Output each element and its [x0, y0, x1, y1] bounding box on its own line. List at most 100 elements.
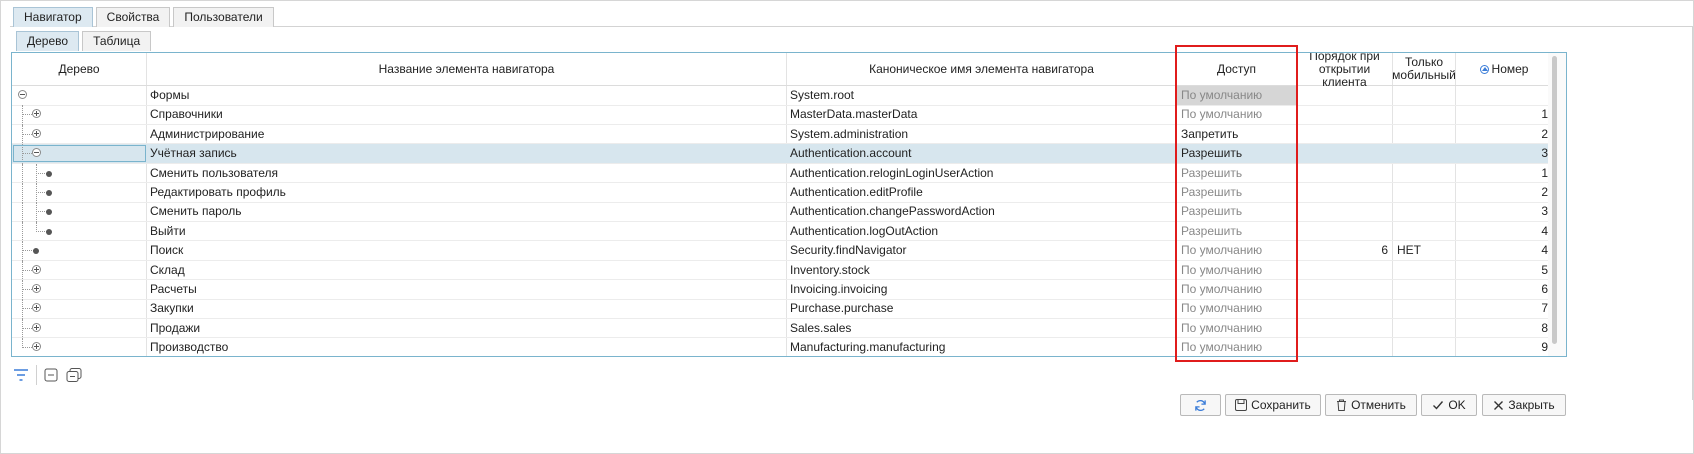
- cell-name[interactable]: Сменить пароль: [150, 202, 784, 221]
- header-tree[interactable]: Дерево: [12, 53, 146, 85]
- scrollbar-thumb[interactable]: [1552, 56, 1557, 344]
- cell-order[interactable]: [1297, 183, 1390, 202]
- cell-canonical[interactable]: Authentication.changePasswordAction: [790, 202, 1174, 221]
- table-row[interactable]: Справочники MasterData.masterData По умолч…: [12, 105, 1552, 126]
- cell-number[interactable]: [1456, 86, 1550, 105]
- cell-mobile-only[interactable]: НЕТ: [1397, 241, 1455, 260]
- cell-canonical[interactable]: Authentication.logOutAction: [790, 222, 1174, 241]
- cell-name[interactable]: Редактировать профиль: [150, 183, 784, 202]
- header-order[interactable]: Порядок при открытии клиента: [1297, 53, 1392, 88]
- table-row[interactable]: Учётная запись Authentication.account Разр…: [12, 144, 1552, 165]
- cell-mobile-only[interactable]: [1397, 105, 1455, 124]
- filter-icon[interactable]: [12, 366, 30, 384]
- expand-node-icon[interactable]: [32, 264, 41, 274]
- cell-canonical[interactable]: Purchase.purchase: [790, 299, 1174, 318]
- expand-node-icon[interactable]: [32, 342, 41, 352]
- table-row[interactable]: Формы System.root По умолчанию: [12, 86, 1552, 106]
- cell-mobile-only[interactable]: [1397, 338, 1455, 356]
- tab-properties[interactable]: Свойства: [95, 7, 171, 27]
- cell-number[interactable]: 4: [1456, 222, 1550, 241]
- cell-canonical[interactable]: Inventory.stock: [790, 261, 1174, 280]
- cell-order[interactable]: [1297, 164, 1390, 183]
- cell-mobile-only[interactable]: [1397, 86, 1455, 105]
- table-row[interactable]: Продажи Sales.sales По умолчанию 8: [12, 318, 1552, 339]
- expand-node-icon[interactable]: [32, 303, 41, 313]
- cell-canonical[interactable]: Security.findNavigator: [790, 241, 1174, 260]
- table-row[interactable]: Склад Inventory.stock По умолчанию 5: [12, 260, 1552, 281]
- cell-canonical[interactable]: Invoicing.invoicing: [790, 280, 1174, 299]
- cell-number[interactable]: 9: [1456, 338, 1550, 356]
- expand-node-icon[interactable]: [32, 109, 41, 119]
- cell-canonical[interactable]: Sales.sales: [790, 319, 1174, 338]
- cell-order[interactable]: [1297, 338, 1390, 356]
- cell-name[interactable]: Учётная запись: [150, 144, 784, 163]
- cell-number[interactable]: 8: [1456, 319, 1550, 338]
- cell-number[interactable]: 6: [1456, 280, 1550, 299]
- cell-canonical[interactable]: Manufacturing.manufacturing: [790, 338, 1174, 356]
- cell-order[interactable]: [1297, 202, 1390, 221]
- cell-number[interactable]: 3: [1456, 202, 1550, 221]
- tab-tree[interactable]: Дерево: [16, 31, 80, 51]
- cell-number[interactable]: 2: [1456, 125, 1550, 144]
- cell-number[interactable]: 5: [1456, 261, 1550, 280]
- cell-canonical[interactable]: Authentication.editProfile: [790, 183, 1174, 202]
- cell-name[interactable]: Поиск: [150, 241, 784, 260]
- cell-name[interactable]: Закупки: [150, 299, 784, 318]
- tab-users[interactable]: Пользователи: [173, 7, 274, 27]
- cell-number[interactable]: 1: [1456, 105, 1550, 124]
- cell-canonical[interactable]: Authentication.reloginLoginUserAction: [790, 164, 1174, 183]
- cell-mobile-only[interactable]: [1397, 183, 1455, 202]
- cell-mobile-only[interactable]: [1397, 222, 1455, 241]
- expand-node-icon[interactable]: [32, 284, 41, 293]
- table-row[interactable]: Выйти Authentication.logOutAction Разрешит…: [12, 221, 1552, 242]
- cell-order[interactable]: [1297, 261, 1390, 280]
- cell-mobile-only[interactable]: [1397, 319, 1455, 338]
- cell-canonical[interactable]: MasterData.masterData: [790, 105, 1174, 124]
- cell-mobile-only[interactable]: [1397, 280, 1455, 299]
- cell-order[interactable]: [1297, 319, 1390, 338]
- table-row[interactable]: Редактировать профиль Authentication.edit…: [12, 183, 1552, 203]
- collapse-all-icon[interactable]: [42, 366, 60, 384]
- cell-name[interactable]: Сменить пользователя: [150, 164, 784, 183]
- cell-name[interactable]: Справочники: [150, 105, 784, 124]
- tab-table[interactable]: Таблица: [82, 31, 152, 51]
- cell-number[interactable]: 2: [1456, 183, 1550, 202]
- cell-name[interactable]: Выйти: [150, 222, 784, 241]
- cell-order[interactable]: [1297, 86, 1390, 105]
- cell-name[interactable]: Производство: [150, 338, 784, 356]
- table-row[interactable]: Поиск Security.findNavigator По умолчанию 6…: [12, 241, 1552, 262]
- cell-order[interactable]: [1297, 280, 1390, 299]
- cell-name[interactable]: Склад: [150, 261, 784, 280]
- cell-mobile-only[interactable]: [1397, 125, 1455, 144]
- refresh-button[interactable]: [1180, 394, 1221, 416]
- table-row[interactable]: Производство Manufacturing.manufacturing П…: [12, 338, 1552, 356]
- table-row[interactable]: Сменить пользователя Authentication.relog…: [12, 163, 1552, 184]
- cell-order[interactable]: [1297, 222, 1390, 241]
- expand-node-icon[interactable]: [32, 128, 41, 138]
- cell-order[interactable]: [1297, 144, 1390, 163]
- expand-all-icon[interactable]: [65, 366, 83, 384]
- cell-order[interactable]: 6: [1297, 241, 1390, 260]
- cell-number[interactable]: 7: [1456, 299, 1550, 318]
- cell-mobile-only[interactable]: [1397, 164, 1455, 183]
- cell-mobile-only[interactable]: [1397, 144, 1455, 163]
- cell-name[interactable]: Расчеты: [150, 280, 784, 299]
- table-row[interactable]: Расчеты Invoicing.invoicing По умолчанию 6: [12, 280, 1552, 300]
- cell-mobile-only[interactable]: [1397, 261, 1455, 280]
- cell-canonical[interactable]: Authentication.account: [790, 144, 1174, 163]
- cell-name[interactable]: Администрирование: [150, 125, 784, 144]
- navigator-tree-grid[interactable]: Дерево Название элемента навигатора Кано…: [11, 52, 1567, 357]
- header-canonical[interactable]: Каноническое имя элемента навигатора: [787, 53, 1176, 85]
- cell-name[interactable]: Продажи: [150, 319, 784, 338]
- table-row[interactable]: Сменить пароль Authentication.changePassw…: [12, 202, 1552, 223]
- cell-number[interactable]: 1: [1456, 164, 1550, 183]
- close-button[interactable]: Закрыть: [1482, 394, 1566, 416]
- table-row[interactable]: Закупки Purchase.purchase По умолчанию 7: [12, 299, 1552, 320]
- header-number[interactable]: Номер: [1456, 53, 1552, 85]
- cell-order[interactable]: [1297, 105, 1390, 124]
- cell-order[interactable]: [1297, 299, 1390, 318]
- ok-button[interactable]: OK: [1421, 394, 1477, 416]
- header-mobile-only[interactable]: Только мобильный: [1392, 53, 1456, 85]
- cell-mobile-only[interactable]: [1397, 202, 1455, 221]
- cell-canonical[interactable]: System.root: [790, 86, 1174, 105]
